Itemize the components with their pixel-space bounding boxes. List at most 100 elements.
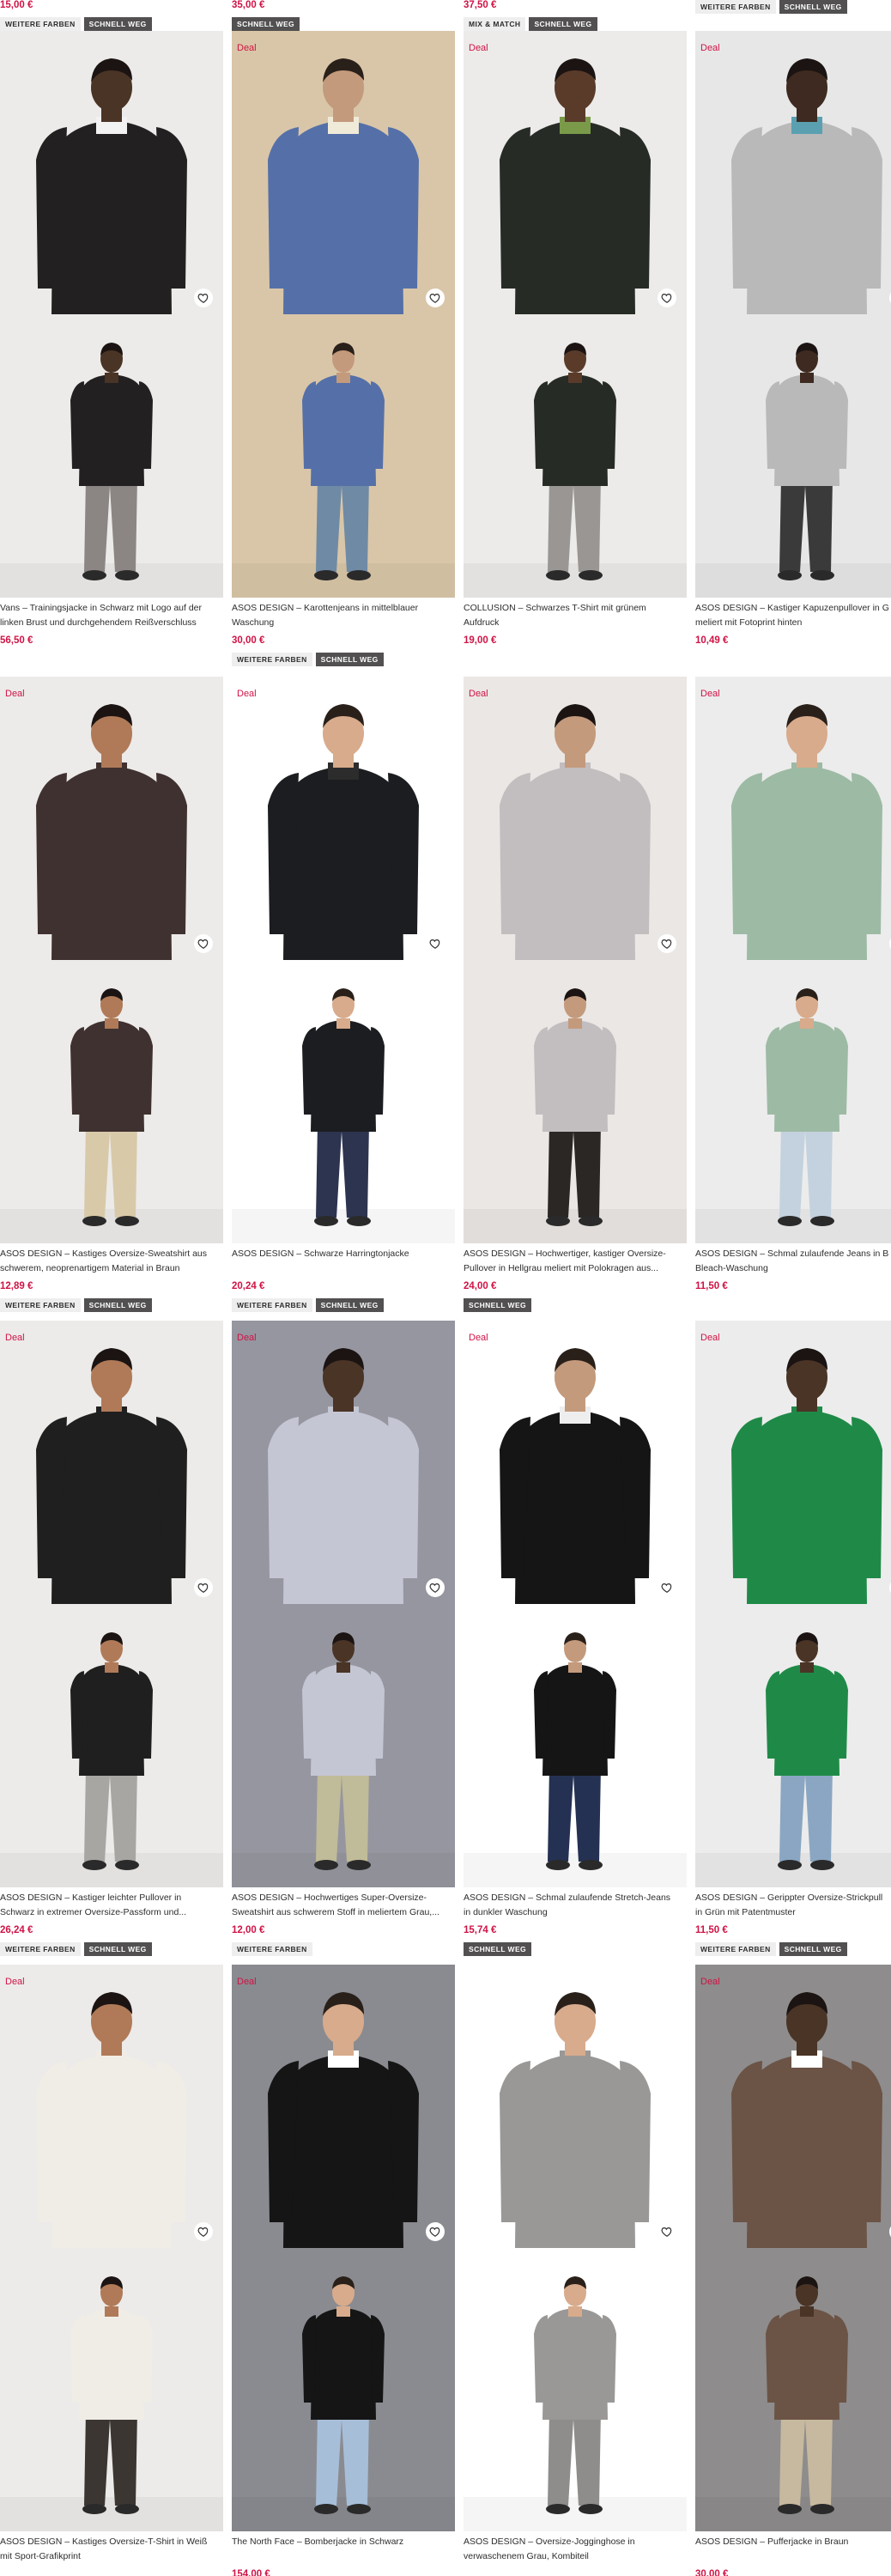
deal-badge: Deal [700, 1977, 720, 1987]
product-image-area[interactable]: Deal [464, 677, 687, 1243]
tshirt-photo-icon [464, 31, 687, 314]
badge-group: WEITERE FARBEN SCHNELL WEG [695, 1942, 891, 1956]
product-card[interactable]: Deal COLLUSION – Schwarzes T-Shirt mit g… [464, 31, 687, 666]
product-title[interactable]: COLLUSION – Schwarzes T-Shirt mit grünem… [464, 601, 687, 632]
selling-fast-badge: SCHNELL WEG [83, 1298, 152, 1312]
save-for-later-button[interactable] [194, 1578, 213, 1597]
more-colors-badge: WEITERE FARBEN [232, 653, 312, 666]
product-price: 56,50 € [0, 635, 33, 646]
product-image-area[interactable] [464, 1965, 687, 2531]
sweatshirt-photo-icon [0, 677, 223, 960]
more-colors-badge: WEITERE FARBEN [695, 0, 776, 14]
product-image-area[interactable]: Deal [232, 1965, 455, 2531]
product-title[interactable]: ASOS DESIGN – Gerippter Oversize-Strickp… [695, 1891, 891, 1922]
product-title[interactable]: ASOS DESIGN – Kastiges Oversize-T-Shirt … [0, 2535, 223, 2566]
product-title[interactable]: ASOS DESIGN – Schmal zulaufende Jeans in… [695, 1247, 891, 1278]
product-title[interactable]: ASOS DESIGN – Kastiger Kapuzenpullover i… [695, 601, 891, 632]
badge-group: WEITERE FARBEN SCHNELL WEG [232, 653, 455, 666]
product-image-area[interactable] [0, 31, 223, 598]
more-colors-badge: WEITERE FARBEN [0, 1942, 81, 1956]
jeans-detail-photo-icon [232, 314, 455, 598]
product-image-area[interactable]: Deal [464, 31, 687, 598]
product-card[interactable]: Deal ASOS DESIGN – Hochwertiger, kastige… [464, 677, 687, 1312]
product-price: 11,50 € [695, 1925, 728, 1935]
product-title[interactable]: ASOS DESIGN – Karottenjeans in mittelbla… [232, 601, 455, 632]
product-image-area[interactable]: Deal [695, 1965, 891, 2531]
badge-group: WEITERE FARBEN SCHNELL WEG [0, 1942, 223, 1956]
badge-group: SCHNELL WEG [464, 1942, 687, 1956]
save-for-later-button[interactable] [426, 1578, 445, 1597]
product-title[interactable]: The North Face – Bomberjacke in Schwarz [232, 2535, 455, 2566]
hoodie-front-photo-icon [695, 314, 891, 598]
save-for-later-button[interactable] [194, 289, 213, 307]
badge-group: WEITERE FARBEN SCHNELL WEG [232, 1298, 455, 1312]
save-for-later-button[interactable] [658, 289, 676, 307]
badge-group [0, 653, 223, 666]
grey-sweatshirt-photo-icon [232, 1321, 455, 1604]
save-for-later-button[interactable] [426, 934, 445, 953]
heart-icon [661, 294, 672, 303]
product-image-area[interactable]: Deal [0, 677, 223, 1243]
product-image-area[interactable]: Deal [464, 1321, 687, 1887]
product-title[interactable]: ASOS DESIGN – Pufferjacke in Braun [695, 2535, 891, 2566]
product-title[interactable]: ASOS DESIGN – Hochwertiger, kastiger Ove… [464, 1247, 687, 1278]
sweatshirt-detail-photo-icon [0, 960, 223, 1243]
black-pullover-detail-photo-icon [0, 1604, 223, 1887]
product-card[interactable]: Deal ASOS DESIGN – Gerippter Oversize-St… [695, 1321, 891, 1956]
save-for-later-button[interactable] [194, 934, 213, 953]
puffer-photo-icon [695, 1965, 891, 2248]
product-image-area[interactable]: Deal [0, 1965, 223, 2531]
save-for-later-button[interactable] [426, 2222, 445, 2241]
product-image-area[interactable]: Deal [232, 1321, 455, 1887]
deal-badge: Deal [469, 1333, 488, 1343]
product-card[interactable]: Deal ASOS DESIGN – Schwarze Harringtonja… [232, 677, 455, 1312]
product-card[interactable]: Deal ASOS DESIGN – Pufferjacke in Braun … [695, 1965, 891, 2576]
product-image-area[interactable]: Deal [695, 31, 891, 598]
save-for-later-button[interactable] [658, 1578, 676, 1597]
product-image-area[interactable]: Deal [232, 31, 455, 598]
harrington-back-photo-icon [232, 960, 455, 1243]
save-for-later-button[interactable] [426, 289, 445, 307]
product-title[interactable]: ASOS DESIGN – Kastiger leichter Pullover… [0, 1891, 223, 1922]
product-card[interactable]: Deal ASOS DESIGN – Kastiges Oversize-Swe… [0, 677, 223, 1312]
heart-icon [661, 2227, 672, 2237]
selling-fast-badge: SCHNELL WEG [83, 17, 152, 31]
save-for-later-button[interactable] [194, 2222, 213, 2241]
more-colors-badge: WEITERE FARBEN [695, 1942, 776, 1956]
puffer-detail-photo-icon [695, 2248, 891, 2531]
product-title[interactable]: ASOS DESIGN – Hochwertiges Super-Oversiz… [232, 1891, 455, 1922]
product-image-area[interactable]: Deal [232, 677, 455, 1243]
product-title[interactable]: ASOS DESIGN – Schmal zulaufende Stretch-… [464, 1891, 687, 1922]
product-card[interactable]: Vans – Trainingsjacke in Schwarz mit Log… [0, 31, 223, 666]
product-image-area[interactable]: Deal [695, 677, 891, 1243]
product-card[interactable]: Deal ASOS DESIGN – Schmal zulaufende Str… [464, 1321, 687, 1956]
badge-group [695, 1298, 891, 1312]
product-title[interactable]: ASOS DESIGN – Oversize-Jogginghose in ve… [464, 2535, 687, 2566]
product-image-area[interactable]: Deal [0, 1321, 223, 1887]
product-card[interactable]: Deal ASOS DESIGN – Kastiger leichter Pul… [0, 1321, 223, 1956]
product-price: 30,00 € [232, 635, 265, 646]
product-price: 30,00 € [695, 2569, 729, 2576]
save-for-later-button[interactable] [658, 2222, 676, 2241]
badge-group: SCHNELL WEG [464, 1298, 687, 1312]
product-card[interactable]: Deal ASOS DESIGN – Hochwertiges Super-Ov… [232, 1321, 455, 1956]
deal-badge: Deal [237, 43, 257, 53]
heart-icon [197, 1583, 209, 1593]
product-price [464, 2567, 687, 2576]
deal-badge: Deal [700, 1333, 720, 1343]
save-for-later-button[interactable] [658, 934, 676, 953]
product-card[interactable]: ASOS DESIGN – Oversize-Jogginghose in ve… [464, 1965, 687, 2576]
selling-fast-badge: SCHNELL WEG [232, 17, 300, 31]
product-card[interactable]: Deal ASOS DESIGN – Kastiger Kapuzenpullo… [695, 31, 891, 666]
product-title[interactable]: Vans – Trainingsjacke in Schwarz mit Log… [0, 601, 223, 632]
product-card[interactable]: Deal ASOS DESIGN – Kastiges Oversize-T-S… [0, 1965, 223, 2576]
product-title[interactable]: ASOS DESIGN – Kastiges Oversize-Sweatshi… [0, 1247, 223, 1278]
selling-fast-badge: SCHNELL WEG [464, 1298, 532, 1312]
product-card[interactable]: Deal ASOS DESIGN – Schmal zulaufende Jea… [695, 677, 891, 1312]
product-card[interactable]: Deal The North Face – Bomberjacke in Sch… [232, 1965, 455, 2576]
deal-badge: Deal [5, 689, 25, 699]
product-image-area[interactable]: Deal [695, 1321, 891, 1887]
product-card[interactable]: Deal ASOS DESIGN – Karottenjeans in mitt… [232, 31, 455, 666]
green-knit-photo-icon [695, 1321, 891, 1604]
product-title[interactable]: ASOS DESIGN – Schwarze Harringtonjacke [232, 1247, 455, 1278]
